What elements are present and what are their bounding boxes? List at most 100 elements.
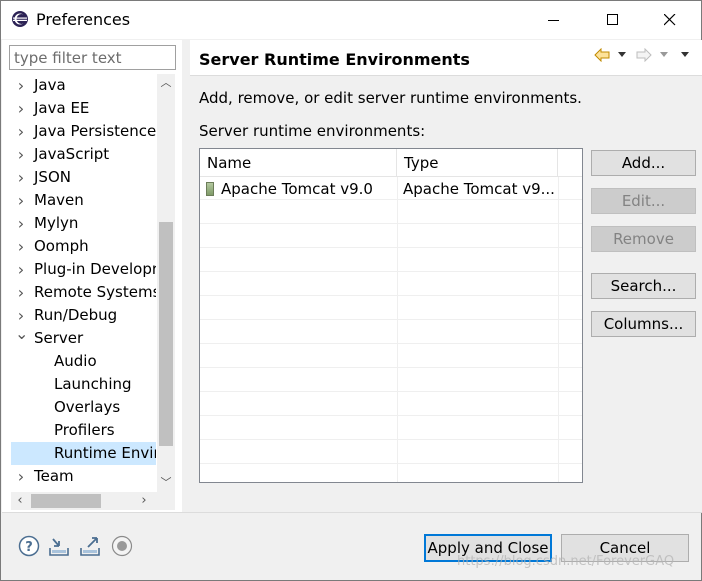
chevron-right-icon[interactable]: › — [15, 258, 27, 281]
scroll-right-arrow-icon[interactable]: › — [135, 492, 153, 510]
tree-item-plug-in-developr[interactable]: › Plug-in Developr — [11, 258, 156, 281]
search-button[interactable]: Search... — [591, 273, 696, 299]
runtime-list-label: Server runtime environments: — [199, 122, 426, 140]
remove-button[interactable]: Remove — [591, 226, 696, 252]
table-grid-line — [200, 225, 582, 248]
tree-item-run-debug[interactable]: › Run/Debug — [11, 304, 156, 327]
svg-text:?: ? — [25, 540, 33, 555]
back-arrow-icon[interactable] — [594, 48, 610, 62]
view-menu-icon[interactable] — [680, 49, 690, 59]
table-row[interactable]: Apache Tomcat v9.0 Apache Tomcat v9... — [200, 149, 582, 198]
tree-item-label: Run/Debug — [34, 306, 118, 324]
page-description: Add, remove, or edit server runtime envi… — [199, 89, 582, 107]
table-grid-line — [200, 369, 582, 392]
tree-item-label: Launching — [54, 375, 132, 393]
maximize-icon — [607, 14, 618, 25]
page-header: Server Runtime Environments — [190, 40, 702, 76]
tree-item-oomph[interactable]: › Oomph — [11, 235, 156, 258]
server-runtime-icon — [206, 182, 214, 196]
tree-item-launching[interactable]: Launching — [11, 373, 156, 396]
tree-item-label: Team — [34, 467, 74, 485]
chevron-right-icon[interactable]: › — [15, 74, 27, 97]
scroll-left-arrow-icon[interactable]: ‹ — [11, 492, 29, 510]
tree-item-server[interactable]: ⌄ Server — [11, 326, 156, 350]
tree-item-java-ee[interactable]: › Java EE — [11, 97, 156, 120]
vertical-scroll-thumb[interactable] — [159, 222, 173, 446]
tree-item-runtime-envir[interactable]: Runtime Envir — [11, 442, 156, 465]
chevron-right-icon[interactable]: › — [15, 235, 27, 258]
columns-button[interactable]: Columns... — [591, 311, 696, 337]
tree-item-profilers[interactable]: Profilers — [11, 419, 156, 442]
minimize-icon — [548, 20, 559, 21]
tree-item-label: JSON — [34, 168, 71, 186]
horizontal-scroll-thumb[interactable] — [31, 494, 101, 508]
help-icon[interactable]: ? — [18, 535, 40, 557]
chevron-right-icon[interactable]: › — [15, 465, 27, 488]
tree-item-json[interactable]: › JSON — [11, 166, 156, 189]
tree-horizontal-scrollbar[interactable]: ‹ › — [11, 492, 175, 510]
tree-item-label: Remote Systems — [34, 283, 156, 301]
chevron-down-icon[interactable]: ⌄ — [15, 326, 28, 342]
pane-sash[interactable] — [182, 40, 190, 512]
tree-item-label: Server — [34, 329, 84, 347]
chevron-right-icon[interactable]: › — [15, 189, 27, 212]
preference-tree-pane: › Java › Java EE › Java Persistence › JavaScrip… — [2, 40, 182, 512]
eclipse-icon — [12, 11, 28, 27]
chevron-right-icon[interactable]: › — [15, 212, 27, 235]
chevron-right-icon[interactable]: › — [15, 281, 27, 304]
table-grid-line — [200, 201, 582, 224]
forward-arrow-icon[interactable] — [636, 48, 652, 62]
tree-item-java-persistence[interactable]: › Java Persistence — [11, 120, 156, 143]
watermark: https://blog.csdn.net/ForeverGAQ — [457, 554, 675, 569]
minimize-button[interactable] — [531, 1, 577, 39]
window-title: Preferences — [36, 10, 131, 29]
tree-item-maven[interactable]: › Maven — [11, 189, 156, 212]
cell-name: Apache Tomcat v9.0 — [206, 177, 394, 201]
tree-item-label: Java Persistence — [34, 122, 156, 140]
filter-input[interactable] — [9, 45, 176, 70]
tree-item-java[interactable]: › Java — [11, 74, 156, 97]
preference-tree: › Java › Java EE › Java Persistence › JavaScrip… — [11, 74, 156, 492]
table-grid-line — [200, 417, 582, 440]
tree-item-label: Profilers — [54, 421, 115, 439]
forward-menu-chevron-icon[interactable] — [659, 49, 669, 59]
table-grid-line — [200, 441, 582, 464]
scroll-down-arrow-icon[interactable]: ﹀ — [157, 474, 175, 492]
tree-vertical-scrollbar[interactable]: ︿ ﹀ — [157, 74, 175, 492]
table-grid-line — [200, 273, 582, 296]
tree-item-label: Maven — [34, 191, 84, 209]
preference-page: Server Runtime Environments Add, remove,… — [190, 40, 702, 512]
tree-item-label: Overlays — [54, 398, 121, 416]
tree-item-label: Oomph — [34, 237, 89, 255]
tree-item-label: JavaScript — [34, 145, 110, 163]
table-grid-line — [200, 345, 582, 368]
runtime-environments-table[interactable]: Name Type Apache Tomcat v9.0 Apache Tomca… — [199, 148, 583, 483]
tree-item-label: Plug-in Developr — [34, 260, 156, 278]
footer-separator — [2, 512, 702, 513]
tree-item-label: Java EE — [34, 99, 90, 117]
tree-item-overlays[interactable]: Overlays — [11, 396, 156, 419]
export-icon[interactable] — [79, 535, 101, 557]
chevron-right-icon[interactable]: › — [15, 120, 27, 143]
title-bar[interactable]: Preferences — [1, 1, 701, 39]
tree-item-audio[interactable]: Audio — [11, 350, 156, 373]
tree-item-label: Mylyn — [34, 214, 79, 232]
add-button[interactable]: Add... — [591, 150, 696, 176]
tree-item-label: Java — [34, 76, 66, 94]
tree-item-team[interactable]: › Team — [11, 465, 156, 488]
close-button[interactable] — [647, 1, 693, 39]
tree-item-remote-systems[interactable]: › Remote Systems — [11, 281, 156, 304]
table-grid-line — [200, 297, 582, 320]
edit-button[interactable]: Edit... — [591, 188, 696, 214]
record-icon[interactable] — [111, 535, 133, 557]
scroll-up-arrow-icon[interactable]: ︿ — [157, 74, 175, 92]
chevron-right-icon[interactable]: › — [15, 143, 27, 166]
tree-item-mylyn[interactable]: › Mylyn — [11, 212, 156, 235]
back-menu-chevron-icon[interactable] — [617, 49, 627, 59]
import-icon[interactable] — [48, 535, 70, 557]
close-icon — [664, 14, 676, 26]
maximize-button[interactable] — [590, 1, 636, 39]
chevron-right-icon[interactable]: › — [15, 97, 27, 120]
chevron-right-icon[interactable]: › — [15, 166, 27, 189]
tree-item-javascript[interactable]: › JavaScript — [11, 143, 156, 166]
